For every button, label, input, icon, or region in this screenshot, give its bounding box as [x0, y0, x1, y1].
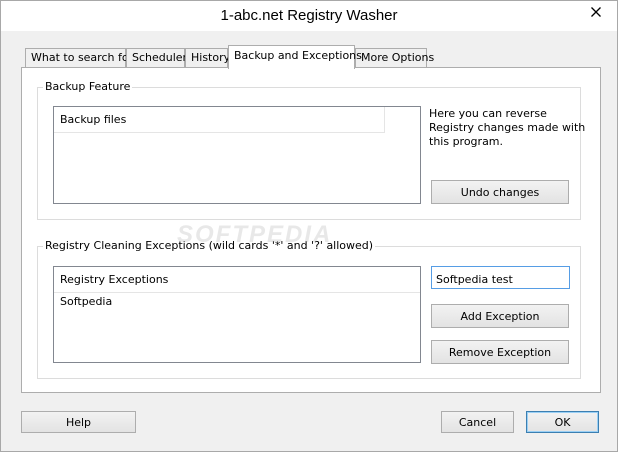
- registry-exceptions-list[interactable]: Registry Exceptions Softpedia: [53, 266, 421, 363]
- title-bar: 1-abc.net Registry Washer: [1, 1, 617, 31]
- registry-exceptions-column-header[interactable]: Registry Exceptions: [54, 267, 420, 293]
- exception-input[interactable]: [431, 266, 570, 289]
- add-exception-button[interactable]: Add Exception: [431, 304, 569, 328]
- backup-files-list[interactable]: Backup files: [53, 106, 421, 204]
- cancel-button[interactable]: Cancel: [441, 411, 514, 433]
- backup-info-line-1: Here you can reverse: [429, 107, 547, 120]
- close-icon: [591, 7, 601, 17]
- list-item[interactable]: Softpedia: [60, 295, 112, 308]
- tab-panel-backup-and-exceptions: Backup Feature Backup files Here you can…: [21, 67, 601, 393]
- ok-button[interactable]: OK: [526, 411, 599, 433]
- exceptions-group-label: Registry Cleaning Exceptions (wild cards…: [43, 239, 376, 252]
- registry-washer-window: 1-abc.net Registry Washer What to search…: [0, 0, 618, 452]
- close-button[interactable]: [581, 2, 611, 22]
- window-title: 1-abc.net Registry Washer: [220, 7, 398, 24]
- tab-backup-and-exceptions[interactable]: Backup and Exceptions: [228, 45, 362, 69]
- backup-files-column-header[interactable]: Backup files: [54, 107, 385, 133]
- backup-info-text: Here you can reverse Registry changes ma…: [429, 107, 585, 149]
- backup-info-line-2: Registry changes made with: [429, 121, 586, 134]
- tab-what-to-search-for[interactable]: What to search for: [25, 48, 133, 68]
- tab-scheduler[interactable]: Scheduler: [126, 48, 187, 68]
- help-button[interactable]: Help: [21, 411, 136, 433]
- backup-info-line-3: this program.: [429, 135, 504, 148]
- remove-exception-button[interactable]: Remove Exception: [431, 340, 569, 364]
- column-separator: [384, 107, 385, 133]
- undo-changes-button[interactable]: Undo changes: [431, 180, 569, 204]
- tab-history[interactable]: History: [185, 48, 230, 68]
- tab-more-options[interactable]: More Options: [355, 48, 434, 68]
- backup-feature-label: Backup Feature: [43, 80, 133, 93]
